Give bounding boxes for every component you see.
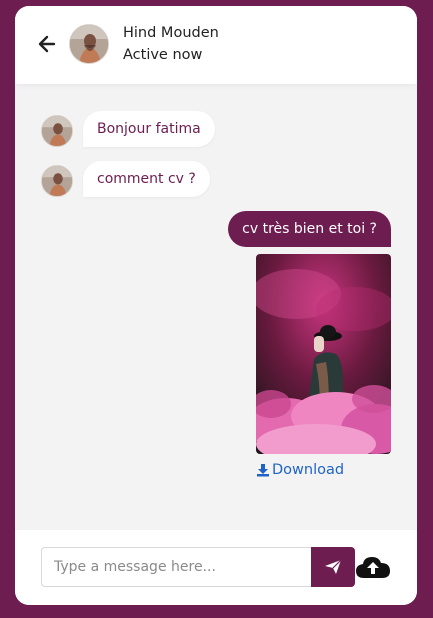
incoming-message: Bonjour fatima [83, 111, 215, 147]
download-icon [257, 464, 269, 477]
avatar [41, 115, 73, 147]
message-composer [15, 530, 417, 605]
contact-name: Hind Mouden [123, 25, 219, 41]
chat-window: Hind Mouden Active now Bonjour fatima co… [15, 6, 417, 605]
outgoing-message: cv très bien et toi ? [228, 211, 391, 247]
chat-messages[interactable]: Bonjour fatima comment cv ? cv très bien… [15, 84, 417, 530]
avatar [69, 24, 109, 64]
send-button[interactable] [311, 547, 355, 587]
arrow-left-icon [38, 35, 56, 53]
image-attachment[interactable] [256, 254, 391, 454]
chat-header: Hind Mouden Active now [15, 6, 417, 84]
message-input[interactable] [41, 547, 313, 587]
upload-button[interactable] [355, 552, 391, 582]
incoming-message: comment cv ? [83, 161, 210, 197]
avatar [41, 165, 73, 197]
contact-status: Active now [123, 47, 203, 63]
back-button[interactable] [37, 33, 57, 55]
paper-plane-icon [325, 559, 342, 574]
cloud-upload-icon [356, 557, 390, 578]
download-label: Download [272, 462, 345, 478]
download-link[interactable]: Download [256, 462, 344, 478]
